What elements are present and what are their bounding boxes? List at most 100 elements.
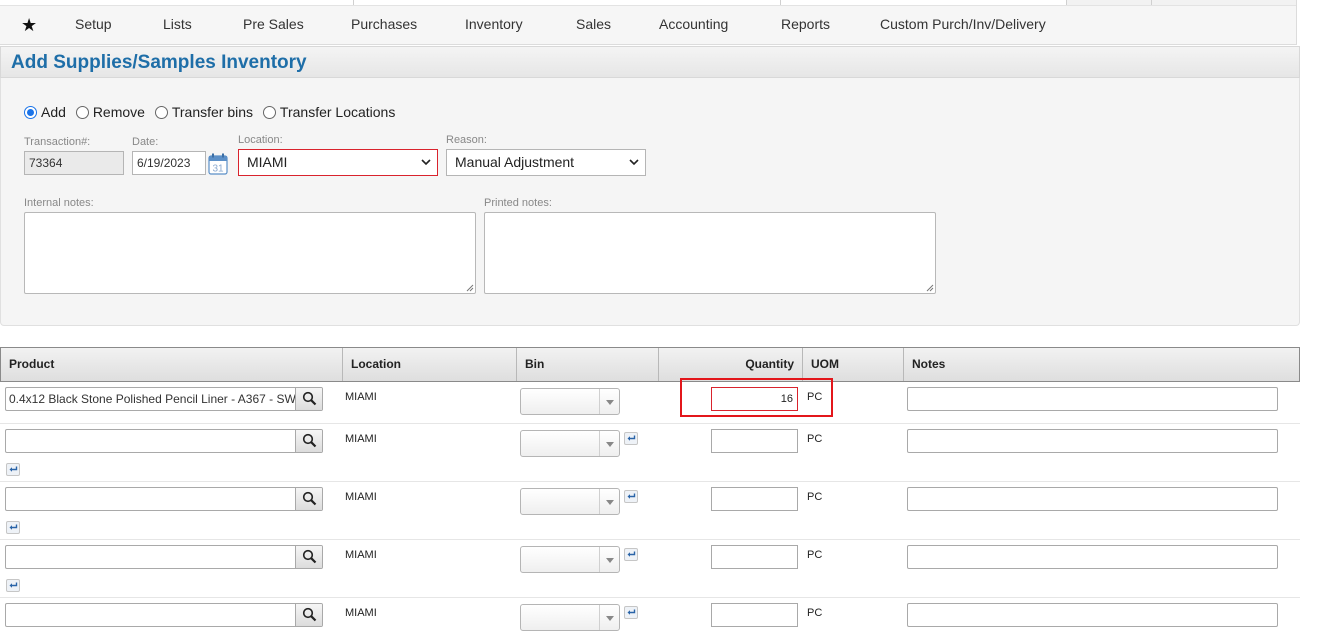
page-title-bar: Add Supplies/Samples Inventory <box>0 46 1300 78</box>
radio-add-label[interactable]: Add <box>41 104 66 120</box>
product-input[interactable]: 0.4x12 Black Stone Polished Pencil Liner… <box>5 387 323 411</box>
product-input[interactable] <box>5 545 323 569</box>
product-input[interactable] <box>5 487 323 511</box>
notes-input[interactable] <box>907 387 1278 411</box>
enter-icon[interactable] <box>624 490 638 503</box>
printed-notes-label: Printed notes: <box>484 197 552 209</box>
column-header-bin[interactable]: Bin <box>517 348 659 381</box>
radio-transfer-bins-label[interactable]: Transfer bins <box>172 104 253 120</box>
reason-select-value: Manual Adjustment <box>455 154 575 170</box>
nav-item-sales[interactable]: Sales <box>576 6 611 46</box>
uom-cell: PC <box>807 549 823 561</box>
search-icon[interactable] <box>295 546 322 568</box>
nav-item-custom-purch-inv-delivery[interactable]: Custom Purch/Inv/Delivery <box>880 6 1046 46</box>
column-header-notes[interactable]: Notes <box>904 348 1300 381</box>
product-input[interactable] <box>5 429 323 453</box>
internal-notes-label: Internal notes: <box>24 197 94 209</box>
bin-select[interactable] <box>520 546 620 573</box>
resize-grip-icon[interactable] <box>925 283 934 292</box>
uom-cell: PC <box>807 607 823 619</box>
notes-input[interactable] <box>907 545 1278 569</box>
date-field[interactable]: 6/19/2023 <box>132 151 206 175</box>
radio-add[interactable] <box>24 105 37 119</box>
column-header-location[interactable]: Location <box>343 348 517 381</box>
printed-notes-textarea[interactable] <box>484 212 936 294</box>
location-label: Location: <box>238 134 283 146</box>
location-select-value: MIAMI <box>247 154 288 170</box>
main-nav: ★ Setup Lists Pre Sales Purchases Invent… <box>0 5 1297 45</box>
reason-select[interactable]: Manual Adjustment <box>446 149 646 176</box>
search-icon[interactable] <box>295 488 322 510</box>
nav-item-setup[interactable]: Setup <box>75 6 112 46</box>
radio-transfer-locations[interactable] <box>262 105 276 119</box>
table-row: MIAMI PC <box>0 424 1300 482</box>
enter-icon[interactable] <box>6 463 20 476</box>
notes-input[interactable] <box>907 429 1278 453</box>
table-row: MIAMI PC <box>0 482 1300 540</box>
enter-icon[interactable] <box>624 548 638 561</box>
nav-item-purchases[interactable]: Purchases <box>351 6 417 46</box>
bin-select[interactable] <box>520 488 620 515</box>
reason-label: Reason: <box>446 134 487 146</box>
chevron-down-icon <box>599 431 619 456</box>
uom-cell: PC <box>807 491 823 503</box>
bin-select[interactable] <box>520 388 620 415</box>
chevron-down-icon <box>599 389 619 414</box>
radio-remove-label[interactable]: Remove <box>93 104 145 120</box>
notes-input[interactable] <box>907 487 1278 511</box>
radio-remove[interactable] <box>75 105 89 119</box>
nav-divider <box>1296 0 1297 45</box>
column-header-product[interactable]: Product <box>1 348 343 381</box>
uom-cell: PC <box>807 433 823 445</box>
grid-header: Product Location Bin Quantity UOM Notes <box>0 347 1300 382</box>
search-icon[interactable] <box>295 388 322 410</box>
chevron-down-icon <box>599 489 619 514</box>
transaction-field: 73364 <box>24 151 124 175</box>
enter-icon[interactable] <box>624 606 638 619</box>
enter-icon[interactable] <box>6 521 20 534</box>
radio-transfer-bins[interactable] <box>154 105 168 119</box>
nav-item-inventory[interactable]: Inventory <box>465 6 523 46</box>
column-header-quantity[interactable]: Quantity <box>659 348 803 381</box>
transaction-label: Transaction#: <box>24 136 91 148</box>
nav-item-reports[interactable]: Reports <box>781 6 830 46</box>
quantity-input[interactable] <box>711 545 798 569</box>
quantity-input[interactable] <box>711 487 798 511</box>
chevron-down-icon <box>421 159 431 166</box>
table-row: 0.4x12 Black Stone Polished Pencil Liner… <box>0 382 1300 424</box>
radio-transfer-locations-label[interactable]: Transfer Locations <box>280 104 395 120</box>
quantity-input[interactable] <box>711 429 798 453</box>
product-input[interactable] <box>5 603 323 627</box>
nav-item-lists[interactable]: Lists <box>163 6 192 46</box>
quantity-highlight-box <box>680 378 833 417</box>
location-cell: MIAMI <box>345 549 377 561</box>
resize-grip-icon[interactable] <box>465 283 474 292</box>
chevron-down-icon <box>599 547 619 572</box>
bin-select[interactable] <box>520 430 620 457</box>
chevron-down-icon <box>629 159 639 166</box>
location-cell: MIAMI <box>345 391 377 403</box>
calendar-icon[interactable]: 31 <box>208 153 228 175</box>
mode-radio-group: Add Remove Transfer bins Transfer Locati… <box>24 103 401 121</box>
quantity-input[interactable] <box>711 603 798 627</box>
search-icon[interactable] <box>295 604 322 626</box>
table-row: MIAMI PC <box>0 540 1300 598</box>
internal-notes-textarea[interactable] <box>24 212 476 294</box>
nav-item-accounting[interactable]: Accounting <box>659 6 728 46</box>
page-title: Add Supplies/Samples Inventory <box>11 52 307 73</box>
svg-text:31: 31 <box>212 164 224 175</box>
location-cell: MIAMI <box>345 607 377 619</box>
location-select[interactable]: MIAMI <box>238 149 438 176</box>
enter-icon[interactable] <box>6 579 20 592</box>
product-input-value: 0.4x12 Black Stone Polished Pencil Liner… <box>9 392 296 406</box>
column-header-uom[interactable]: UOM <box>803 348 904 381</box>
table-row: MIAMI PC <box>0 598 1300 631</box>
star-icon[interactable]: ★ <box>21 15 37 35</box>
date-label: Date: <box>132 136 159 148</box>
nav-item-pre-sales[interactable]: Pre Sales <box>243 6 304 46</box>
location-cell: MIAMI <box>345 491 377 503</box>
enter-icon[interactable] <box>624 432 638 445</box>
notes-input[interactable] <box>907 603 1278 627</box>
location-cell: MIAMI <box>345 433 377 445</box>
search-icon[interactable] <box>295 430 322 452</box>
